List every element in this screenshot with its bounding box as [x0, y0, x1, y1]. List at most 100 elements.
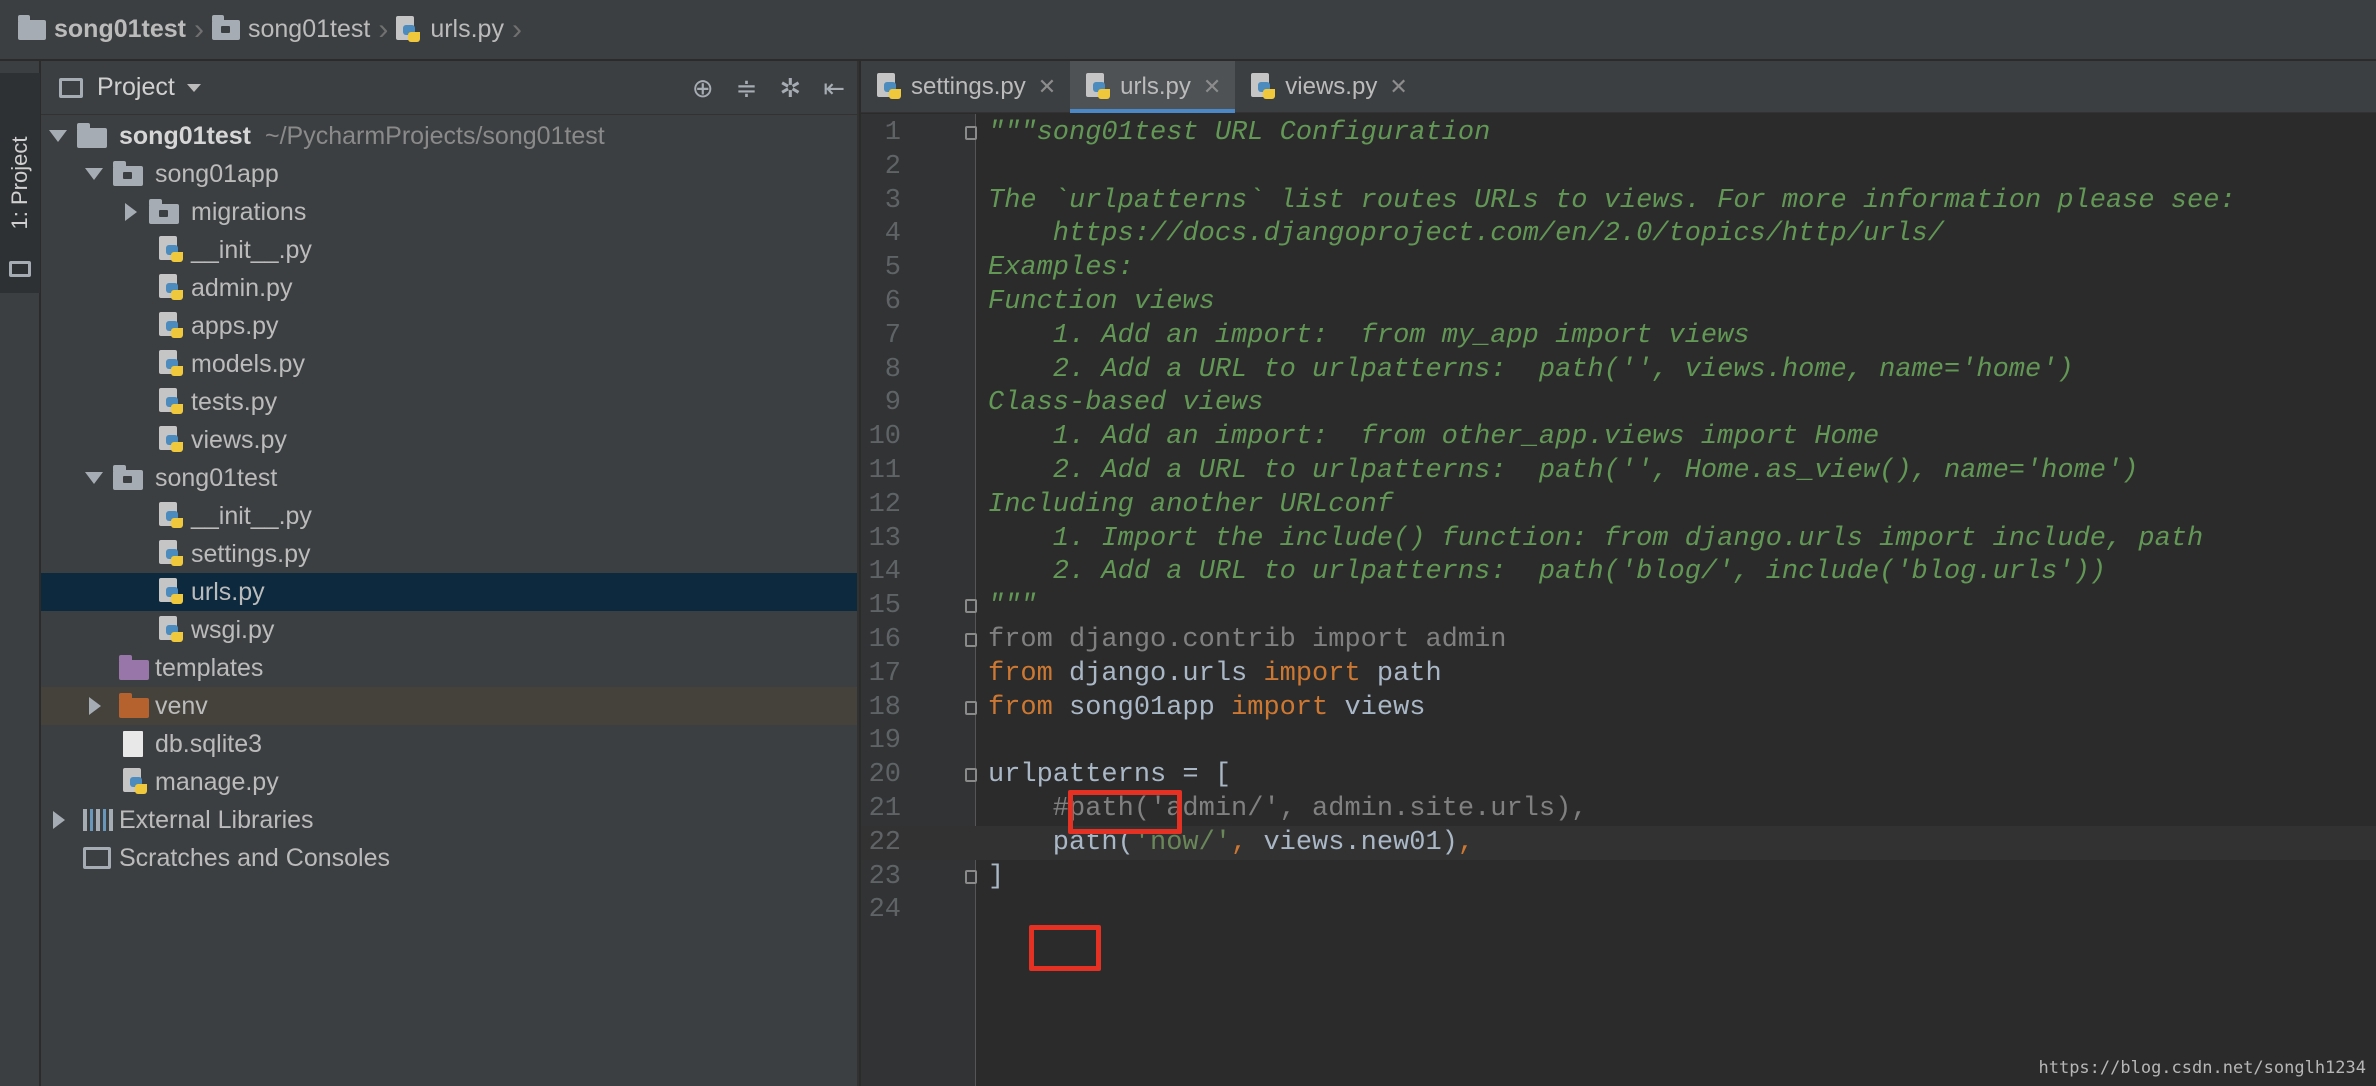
code-line[interactable]: 24: [861, 893, 2376, 927]
code-text: """: [988, 591, 1037, 622]
code-text: The `urlpatterns` list routes URLs to vi…: [988, 185, 2236, 216]
tree-item-urls[interactable]: urls.py: [41, 573, 857, 611]
tree-item-models[interactable]: models.py: [41, 345, 857, 383]
code-line[interactable]: 3 The `urlpatterns` list routes URLs to v…: [861, 184, 2376, 218]
tree-item-templates[interactable]: templates: [41, 649, 857, 687]
tree-item-db[interactable]: db.sqlite3: [41, 725, 857, 763]
expand-arrow-icon[interactable]: [85, 472, 103, 484]
code-line[interactable]: 15 """: [861, 589, 2376, 623]
line-number: 22: [868, 827, 901, 858]
breadcrumb-item-project[interactable]: song01test: [18, 0, 186, 60]
code-line[interactable]: 11 2. Add a URL to urlpatterns: path('',…: [861, 454, 2376, 488]
code-line[interactable]: 6 Function views: [861, 285, 2376, 319]
python-file-icon: [159, 236, 185, 264]
tree-item-song01test-pkg[interactable]: song01test: [41, 459, 857, 497]
code-line[interactable]: 23]: [861, 860, 2376, 894]
code-text: from song01app import views: [988, 692, 1426, 723]
tree-item-song01test-root[interactable]: song01test ~/PycharmProjects/song01test: [41, 117, 857, 155]
code-line[interactable]: 9 Class-based views: [861, 386, 2376, 420]
tree-item-song01app[interactable]: song01app: [41, 155, 857, 193]
tree-item-settings[interactable]: settings.py: [41, 535, 857, 573]
module-folder-icon: [211, 14, 240, 40]
tree-item-views[interactable]: views.py: [41, 421, 857, 459]
line-number: 15: [868, 591, 901, 622]
collapse-arrow-icon[interactable]: [53, 811, 65, 829]
code-line[interactable]: 1 """song01test URL Configuration: [861, 116, 2376, 150]
code-line[interactable]: 12 Including another URLconf: [861, 488, 2376, 522]
collapse-arrow-icon[interactable]: [89, 697, 101, 715]
code-editor[interactable]: 1 """song01test URL Configuration 2 3 The `u…: [861, 114, 2376, 1086]
tree-item-scratches[interactable]: Scratches and Consoles: [41, 839, 857, 877]
code-text: Examples:: [988, 253, 1134, 284]
code-line[interactable]: 5 Examples:: [861, 251, 2376, 285]
code-line[interactable]: 10 1. Add an import: from other_app.view…: [861, 420, 2376, 454]
code-line[interactable]: 7 1. Add an import: from my_app import v…: [861, 319, 2376, 353]
tree-item-external-libraries[interactable]: External Libraries: [41, 801, 857, 839]
line-number: 1: [884, 118, 901, 148]
tree-item-pkg-init[interactable]: __init__.py: [41, 497, 857, 535]
tree-item-manage[interactable]: manage.py: [41, 763, 857, 801]
code-line[interactable]: 4 https://docs.djangoproject.com/en/2.0/…: [861, 217, 2376, 251]
expand-arrow-icon[interactable]: [85, 168, 103, 180]
python-file-icon: [123, 768, 149, 796]
python-file-icon: [1251, 73, 1277, 101]
hide-icon[interactable]: ⇤: [823, 73, 845, 104]
line-number: 16: [868, 625, 901, 655]
close-icon[interactable]: ✕: [1389, 74, 1407, 100]
fold-marker-icon[interactable]: [965, 126, 977, 140]
fold-marker-icon[interactable]: [965, 599, 977, 614]
tab-settings[interactable]: settings.py ✕: [861, 61, 1070, 113]
line-number: 9: [884, 388, 901, 419]
tree-item-wsgi[interactable]: wsgi.py: [41, 611, 857, 649]
chevron-right-icon: ›: [193, 12, 204, 46]
tab-views[interactable]: views.py ✕: [1235, 61, 1421, 113]
tree-item-app-init[interactable]: __init__.py: [41, 231, 857, 269]
tree-item-tests[interactable]: tests.py: [41, 383, 857, 421]
close-icon[interactable]: ✕: [1038, 74, 1056, 100]
python-file-icon: [159, 426, 185, 454]
line-number: 2: [884, 151, 901, 182]
code-line[interactable]: 20 urlpatterns = [: [861, 758, 2376, 792]
close-icon[interactable]: ✕: [1203, 74, 1221, 100]
chevron-down-icon[interactable]: [186, 83, 201, 92]
tab-urls[interactable]: urls.py ✕: [1070, 61, 1236, 113]
code-line[interactable]: 19: [861, 724, 2376, 758]
code-text: ]: [988, 861, 1005, 892]
breadcrumb-item-file[interactable]: urls.py: [396, 0, 504, 60]
code-text: 2. Add a URL to urlpatterns: path('blog/…: [988, 557, 2106, 588]
fold-marker-icon[interactable]: [965, 768, 977, 783]
project-tool-tab[interactable]: 1: Project: [0, 73, 40, 293]
line-number: 6: [884, 287, 901, 317]
line-number: 7: [884, 320, 901, 351]
line-number: 20: [868, 760, 901, 791]
project-panel-title[interactable]: Project: [97, 73, 175, 102]
fold-marker-icon[interactable]: [965, 869, 977, 884]
excluded-folder-icon: [119, 693, 149, 718]
code-line[interactable]: 18 from song01app import views: [861, 691, 2376, 725]
code-text: Including another URLconf: [988, 489, 1394, 520]
collapse-icon[interactable]: ≑: [736, 73, 758, 104]
line-number: 14: [868, 557, 901, 588]
tree-item-venv[interactable]: venv: [41, 687, 857, 725]
line-number: 19: [868, 726, 901, 757]
project-panel-header: Project ⊕ ≑ ✲ ⇤: [41, 61, 857, 115]
tree-item-apps[interactable]: apps.py: [41, 307, 857, 345]
code-line[interactable]: 8 2. Add a URL to urlpatterns: path('', …: [861, 353, 2376, 387]
fold-marker-icon[interactable]: [965, 633, 977, 647]
code-line[interactable]: 13 1. Import the include() function: fro…: [861, 522, 2376, 556]
scratches-icon: [83, 847, 111, 869]
code-line[interactable]: 17 from django.urls import path: [861, 657, 2376, 691]
code-line[interactable]: 16 from django.contrib import admin: [861, 623, 2376, 657]
code-line[interactable]: 14 2. Add a URL to urlpatterns: path('bl…: [861, 555, 2376, 589]
target-icon[interactable]: ⊕: [692, 73, 714, 104]
breadcrumb-item-package[interactable]: song01test: [211, 0, 370, 60]
fold-marker-icon[interactable]: [965, 700, 977, 715]
code-line[interactable]: 2: [861, 150, 2376, 184]
collapse-arrow-icon[interactable]: [125, 203, 137, 221]
tree-item-migrations[interactable]: migrations: [41, 193, 857, 231]
tree-item-admin[interactable]: admin.py: [41, 269, 857, 307]
expand-arrow-icon[interactable]: [49, 130, 67, 142]
gear-icon[interactable]: ✲: [779, 73, 801, 104]
code-text: 1. Add an import: from other_app.views i…: [988, 422, 1880, 453]
code-text: 1. Import the include() function: from d…: [988, 523, 2204, 554]
